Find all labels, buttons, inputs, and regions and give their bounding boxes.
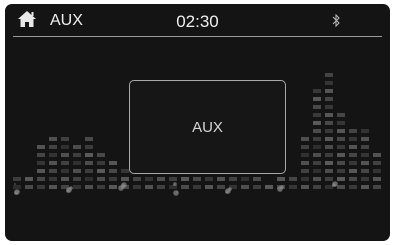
aux-source-label: AUX	[192, 118, 223, 136]
aux-source-panel[interactable]: AUX	[129, 80, 286, 174]
status-bar: AUX 02:30	[5, 4, 390, 36]
header-divider	[13, 36, 382, 37]
head-unit-screen: AUX 02:30 AUX	[5, 4, 390, 241]
bluetooth-icon	[332, 13, 340, 28]
